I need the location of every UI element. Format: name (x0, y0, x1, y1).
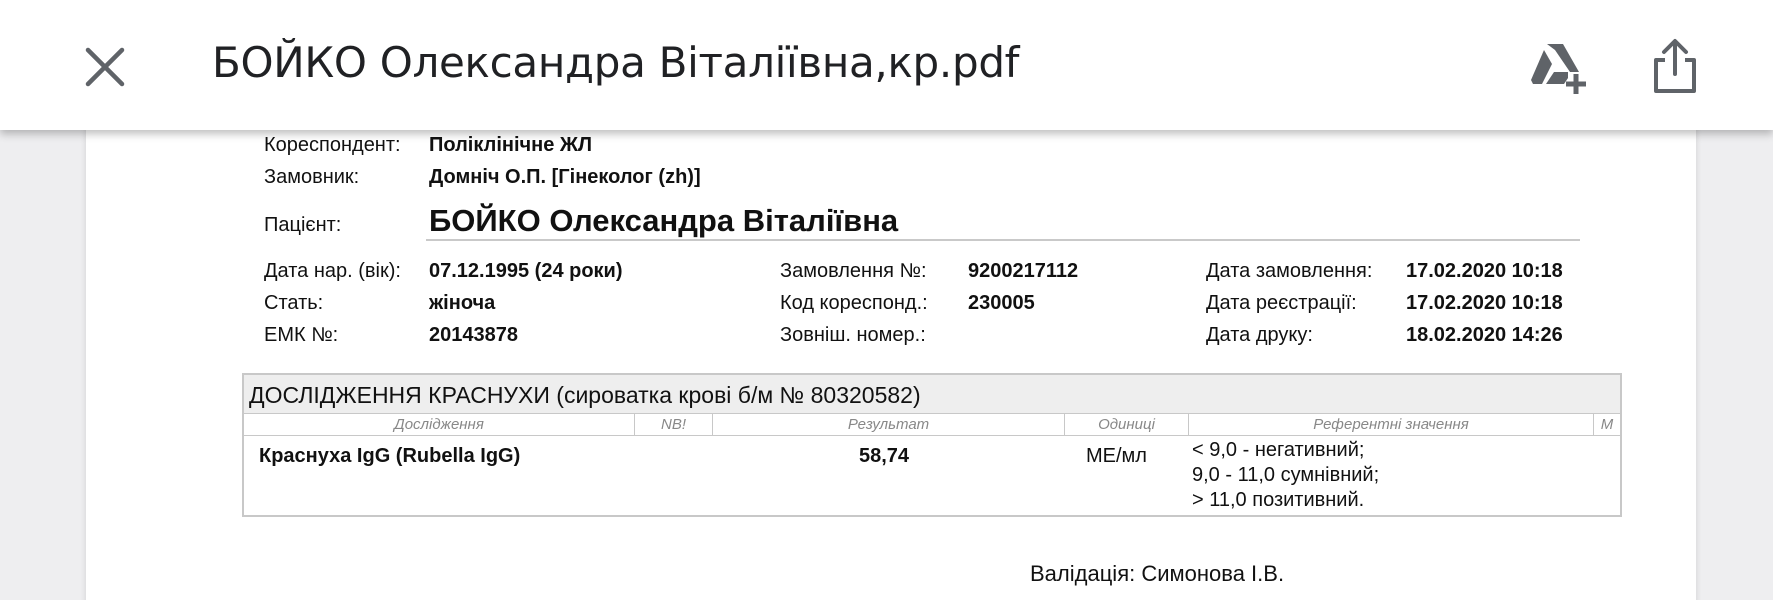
reference-line: > 11,0 позитивний. (1192, 489, 1365, 511)
study-header: ДОСЛІДЖЕННЯ КРАСНУХИ (сироватка крові б/… (244, 375, 1620, 414)
patient-label: Пацієнт: (264, 214, 342, 236)
print-date-value: 18.02.2020 14:26 (1406, 324, 1563, 346)
sex-value: жіноча (429, 292, 496, 314)
reference-line: < 9,0 - негативний; (1192, 439, 1365, 461)
customer-value: Домніч О.П. [Гінеколог (zh)] (429, 166, 701, 188)
correspondent-label: Кореспондент: (264, 134, 401, 156)
study-title: ДОСЛІДЖЕННЯ КРАСНУХИ (сироватка крові б/… (249, 382, 921, 408)
test-result: 58,74 (859, 445, 910, 467)
emk-value: 20143878 (429, 324, 518, 346)
col-header-result: Результат (713, 414, 1065, 436)
add-to-drive-icon[interactable] (1530, 42, 1588, 94)
column-headers: Дослідження NB! Результат Одиниці Рефере… (244, 414, 1620, 436)
print-date-label: Дата друку: (1206, 324, 1313, 346)
col-header-test: Дослідження (244, 414, 635, 436)
order-date-label: Дата замовлення: (1206, 260, 1373, 282)
birth-value: 07.12.1995 (24 роки) (429, 260, 623, 282)
col-header-units: Одиниці (1065, 414, 1189, 436)
patient-divider (426, 239, 1580, 241)
col-header-reference: Референтні значення (1189, 414, 1594, 436)
emk-label: ЕМК №: (264, 324, 339, 346)
sex-label: Стать: (264, 292, 324, 314)
reg-date-value: 17.02.2020 10:18 (1406, 292, 1563, 314)
share-icon[interactable] (1648, 38, 1702, 94)
file-title: БОЙКО Олександра Віталіївна,кр.pdf (212, 38, 1020, 87)
reference-line: 9,0 - 11,0 сумнівний; (1192, 464, 1380, 486)
correspondent-value: Поліклінічне ЖЛ (429, 134, 592, 156)
ext-number-label: Зовніш. номер.: (780, 324, 926, 346)
col-header-nb: NB! (635, 414, 713, 436)
corr-code-value: 230005 (968, 292, 1035, 314)
corr-code-label: Код кореспонд.: (780, 292, 928, 314)
order-label: Замовлення №: (780, 260, 927, 282)
validation-signature: Валідація: Симонова І.В. (1030, 561, 1285, 586)
patient-name: БОЙКО Олександра Віталіївна (429, 203, 899, 238)
close-icon[interactable] (82, 44, 128, 90)
test-units: МЕ/мл (1086, 445, 1147, 467)
test-name: Краснуха IgG (Rubella IgG) (259, 445, 521, 467)
reference-values: < 9,0 - негативний; 9,0 - 11,0 сумнівний… (1192, 438, 1379, 513)
pdf-viewer-toolbar: БОЙКО Олександра Віталіївна,кр.pdf (0, 0, 1773, 130)
customer-label: Замовник: (264, 166, 360, 188)
order-value: 9200217112 (968, 260, 1079, 282)
pdf-page: Кореспондент: Поліклінічне ЖЛ Замовник: … (86, 100, 1696, 600)
order-date-value: 17.02.2020 10:18 (1406, 260, 1563, 282)
study-table: ДОСЛІДЖЕННЯ КРАСНУХИ (сироватка крові б/… (242, 373, 1622, 517)
reg-date-label: Дата реєстрації: (1206, 292, 1357, 314)
birth-label: Дата нар. (вік): (264, 260, 401, 282)
col-header-m: M (1600, 416, 1614, 433)
